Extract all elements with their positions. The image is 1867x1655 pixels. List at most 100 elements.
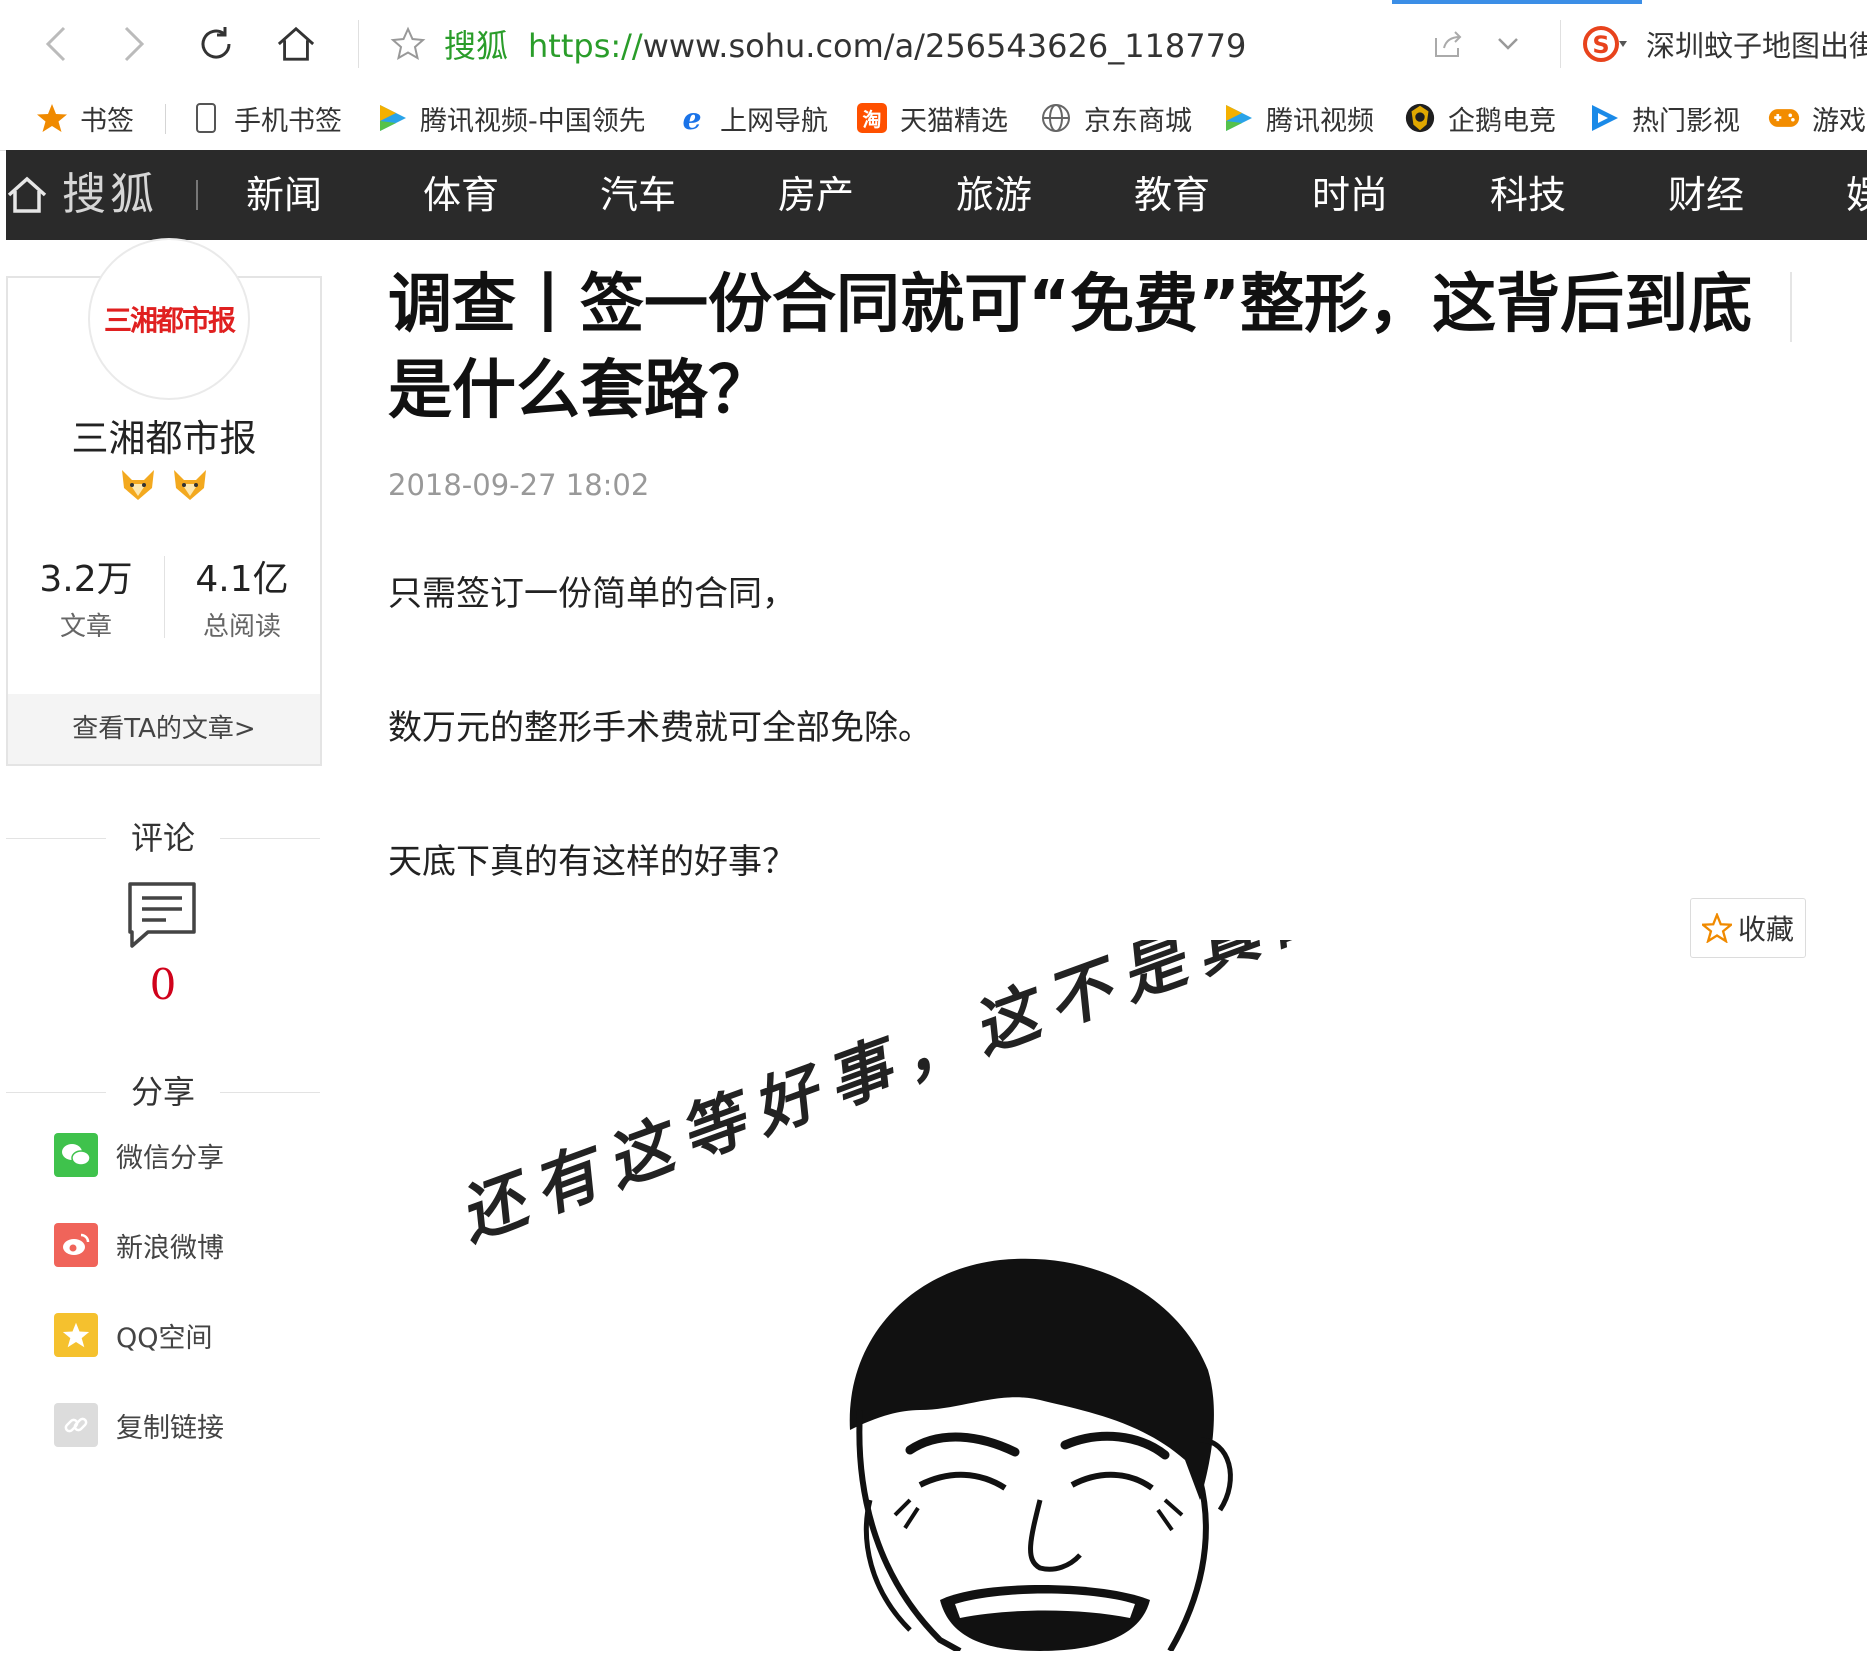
headline-divider — [1790, 272, 1792, 342]
article-paragraph: 数万元的整形手术费就可全部免除。 — [388, 708, 932, 748]
bookmark-item[interactable]: 腾讯视频-中国领先 — [376, 98, 644, 138]
star-outline-icon — [390, 26, 426, 61]
article-meme-image: 还有这等好事，这不是真的吧 — [440, 838, 1640, 1654]
share-qzone-button[interactable]: QQ空间 — [54, 1312, 213, 1358]
site-name-label: 搜狐 — [444, 27, 509, 65]
star-icon — [36, 102, 68, 134]
article-paragraph: 天底下真的有这样的好事？ — [388, 842, 796, 882]
author-card: 三湘都市报 三湘都市报 3.2万 文章 4.1亿 总阅读 查看TA的文章> — [6, 238, 322, 766]
view-author-articles-link[interactable]: 查看TA的文章> — [8, 694, 320, 764]
stat-reads: 4.1亿 总阅读 — [164, 550, 320, 643]
search-input[interactable]: 深圳蚊子地图出街 — [1646, 24, 1867, 68]
articles-count: 3.2万 — [39, 559, 133, 600]
fox-badge-icon — [174, 470, 206, 500]
star-outline-icon — [1701, 913, 1732, 943]
url-text: www.sohu.com/a/256543626_118779 — [642, 27, 1247, 65]
tmall-icon: 淘 — [856, 102, 888, 134]
nav-item-sports[interactable]: 体育 — [423, 150, 499, 240]
reads-label: 总阅读 — [202, 612, 281, 642]
nav-item-finance[interactable]: 财经 — [1668, 150, 1744, 240]
qzone-star-icon — [54, 1313, 98, 1357]
bookmark-star-button[interactable] — [388, 22, 428, 66]
bookmark-item[interactable]: 腾讯视频 — [1222, 98, 1374, 138]
publish-date: 2018-09-27 18:02 — [388, 468, 650, 502]
comment-icon[interactable] — [126, 880, 198, 954]
avatar-logo-text: 三湘都市报 — [103, 304, 236, 337]
nav-item-travel[interactable]: 旅游 — [956, 150, 1032, 240]
bookmark-item[interactable]: 企鹅电竞 — [1404, 98, 1556, 138]
bookmark-item[interactable]: 游戏 — [1768, 98, 1866, 138]
link-icon — [54, 1403, 98, 1447]
share-section-title: 分享 — [6, 1072, 320, 1112]
bookmark-divider — [165, 104, 166, 134]
url-scheme: https:// — [528, 27, 643, 65]
nav-item-entertainment[interactable]: 娱 — [1846, 150, 1867, 240]
site-navigation: 搜狐 新闻 体育 汽车 房产 旅游 教育 时尚 科技 财经 娱 — [6, 150, 1867, 240]
home-icon — [277, 26, 315, 61]
home-icon[interactable] — [6, 174, 48, 220]
author-badges — [8, 468, 320, 502]
meme-caption: 还有这等好事，这不是真的吧 — [450, 940, 1428, 1255]
share-weibo-button[interactable]: 新浪微博 — [54, 1222, 224, 1268]
comment-count[interactable]: 0 — [6, 960, 320, 1009]
comments-title: 评论 — [130, 819, 195, 857]
phone-icon — [190, 102, 222, 134]
ie-icon: e — [676, 102, 708, 134]
avatar[interactable]: 三湘都市报 — [88, 238, 250, 400]
forward-button[interactable] — [114, 22, 154, 66]
nav-item-realestate[interactable]: 房产 — [778, 150, 854, 240]
bookmark-item[interactable]: e 上网导航 — [676, 98, 828, 138]
nav-item-tech[interactable]: 科技 — [1490, 150, 1566, 240]
svg-text:e: e — [682, 102, 701, 134]
back-arrow-icon — [45, 26, 66, 62]
bookmark-item[interactable]: 热门影视 — [1588, 98, 1740, 138]
share-page-button[interactable] — [1428, 22, 1468, 66]
nav-item-news[interactable]: 新闻 — [246, 150, 322, 240]
nav-item-auto[interactable]: 汽车 — [600, 150, 676, 240]
svg-text:淘: 淘 — [862, 108, 881, 131]
sogou-logo-icon: S — [1583, 26, 1627, 62]
svg-text:S: S — [1592, 31, 1609, 59]
comments-section-title: 评论 — [6, 818, 320, 858]
weibo-icon — [54, 1223, 98, 1267]
bookmarks-bar: 书签 手机书签 腾讯视频-中国领先 e 上网导航 淘 天猫精选 京东商城 腾讯视… — [0, 86, 1867, 151]
penguin-esports-icon — [1404, 102, 1436, 134]
forward-arrow-icon — [124, 26, 145, 62]
play-icon — [1588, 102, 1620, 134]
article-paragraph: 只需签订一份简单的合同， — [388, 574, 796, 614]
home-button[interactable] — [276, 22, 316, 66]
articles-label: 文章 — [59, 612, 112, 642]
author-name[interactable]: 三湘都市报 — [8, 408, 320, 462]
stat-articles: 3.2万 文章 — [8, 550, 164, 643]
browser-toolbar: 搜狐 https://www.sohu.com/a/256543626_1187… — [0, 0, 1867, 87]
laughing-face-drawing — [849, 1258, 1233, 1654]
toolbar-divider — [358, 20, 359, 68]
search-engine-button[interactable]: S — [1570, 22, 1640, 66]
sohu-logo[interactable]: 搜狐 — [62, 150, 158, 240]
favorite-button[interactable]: 收藏 — [1690, 898, 1806, 958]
nav-item-fashion[interactable]: 时尚 — [1312, 150, 1388, 240]
tencent-video-icon — [376, 102, 408, 134]
share-arrow-icon — [1435, 31, 1462, 57]
tencent-video-icon — [1222, 102, 1254, 134]
url-field[interactable]: https://www.sohu.com/a/256543626_118779 — [528, 24, 1246, 68]
loading-indicator — [1392, 0, 1642, 4]
toolbar-divider — [1560, 20, 1561, 68]
share-wechat-button[interactable]: 微信分享 — [54, 1132, 224, 1178]
reads-count: 4.1亿 — [195, 559, 289, 600]
bookmark-item[interactable]: 书签 — [36, 98, 134, 138]
article-headline: 调查丨签一份合同就可“免费”整形，这背后到底是什么套路？ — [388, 268, 1753, 428]
bookmark-item[interactable]: 京东商城 — [1040, 98, 1192, 138]
back-button[interactable] — [36, 22, 76, 66]
nav-item-education[interactable]: 教育 — [1134, 150, 1210, 240]
bookmark-item[interactable]: 手机书签 — [190, 98, 342, 138]
bookmark-item[interactable]: 淘 天猫精选 — [856, 98, 1008, 138]
copy-link-button[interactable]: 复制链接 — [54, 1402, 224, 1448]
share-title: 分享 — [130, 1073, 195, 1111]
reload-button[interactable] — [196, 22, 236, 66]
globe-icon — [1040, 102, 1072, 134]
nav-divider — [196, 180, 198, 210]
reload-icon — [201, 27, 231, 59]
url-dropdown-button[interactable] — [1488, 22, 1528, 66]
wechat-icon — [54, 1133, 98, 1177]
